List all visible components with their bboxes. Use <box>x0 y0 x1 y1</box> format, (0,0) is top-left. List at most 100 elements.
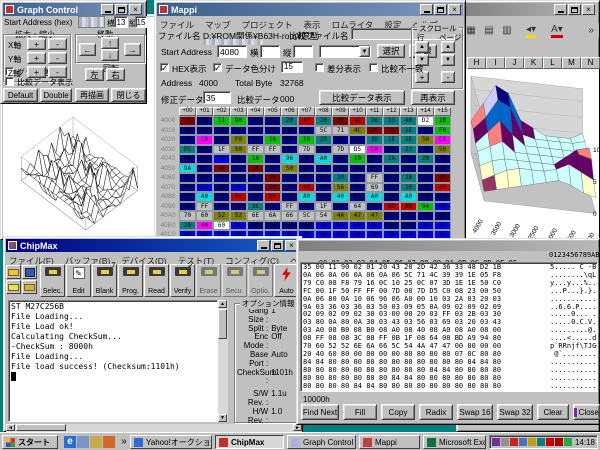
data-byte-cell[interactable]: 52 <box>213 211 230 221</box>
data-byte-cell[interactable]: 80 <box>230 183 247 193</box>
hex-bytes[interactable]: 80 80 80 80 80 80 80 80 80 80 84 84 80 8… <box>303 366 501 374</box>
maximize-icon[interactable] <box>115 4 128 15</box>
data-byte-cell[interactable]: 79 <box>179 135 196 145</box>
column-header[interactable]: M <box>562 57 581 69</box>
data-byte-cell[interactable]: 50 <box>281 164 298 174</box>
data-byte-cell[interactable]: 7D <box>298 145 315 155</box>
data-byte-cell[interactable]: 00 <box>434 211 451 221</box>
data-byte-cell[interactable]: 03 <box>417 173 434 183</box>
mismatch-checkbox[interactable] <box>369 63 378 72</box>
data-byte-cell[interactable]: 40 <box>332 192 349 202</box>
data-byte-cell[interactable]: 00 <box>196 145 213 155</box>
data-byte-cell[interactable]: 5C <box>315 126 332 136</box>
data-byte-cell[interactable]: 00 <box>281 221 298 231</box>
start-address-input-redacted[interactable] <box>78 16 105 28</box>
data-byte-cell[interactable]: 80 <box>366 221 383 231</box>
data-byte-cell[interactable]: 43 <box>434 183 451 193</box>
channels-quicklaunch-icon[interactable] <box>103 436 115 448</box>
copy-button[interactable]: Copy <box>381 404 415 420</box>
toolbar-read-button[interactable]: Read <box>144 264 169 297</box>
mappi-titlebar[interactable]: Mappi × <box>157 3 463 16</box>
data-byte-cell[interactable]: 2B <box>400 173 417 183</box>
data-byte-cell[interactable]: 09 <box>400 164 417 174</box>
data-byte-cell[interactable]: FF <box>196 202 213 212</box>
diff-display-checkbox[interactable] <box>315 63 324 72</box>
data-byte-cell[interactable]: 08 <box>247 192 264 202</box>
quick-launch-overflow-chevron[interactable]: » <box>118 436 130 448</box>
move-up-button[interactable]: ↑ <box>101 37 119 49</box>
data-byte-cell[interactable]: 00 <box>298 221 315 231</box>
axis-plus-button[interactable]: + <box>27 66 46 78</box>
minimize-icon[interactable] <box>420 4 433 15</box>
merge-center-icon[interactable]: ▤ <box>481 23 497 38</box>
data-byte-cell[interactable]: 00 <box>417 145 434 155</box>
height-input[interactable]: 15 <box>135 16 147 28</box>
taskbar-button-graphcontrol[interactable]: Graph Control <box>287 435 356 449</box>
data-byte-cell[interactable]: 08 <box>213 202 230 212</box>
hex-bytes[interactable]: 9A 03 36 03 36 03 50 03 09 05 0A 09 02 0… <box>303 303 501 311</box>
data-byte-cell[interactable]: C0 <box>196 135 213 145</box>
hex-row[interactable]: 80 80 80 80 84 84 80 80 80 80 80 80 80 8… <box>303 383 597 391</box>
data-byte-cell[interactable]: 80 <box>349 221 366 231</box>
data-byte-cell[interactable]: 16 <box>264 135 281 145</box>
data-byte-cell[interactable]: 71 <box>332 126 349 136</box>
hex-bytes[interactable]: 70 60 52 52 6E 6A 66 5C 54 4A 47 47 00 0… <box>303 342 501 350</box>
close-icon[interactable]: × <box>129 4 142 15</box>
data-byte-cell[interactable]: B0 <box>230 192 247 202</box>
data-byte-cell[interactable]: 0A <box>179 126 196 136</box>
data-byte-cell[interactable]: 0A <box>213 126 230 136</box>
taskbar-button-chipmax[interactable]: ChipMax <box>215 435 284 449</box>
data-byte-cell[interactable]: 5C <box>298 211 315 221</box>
data-byte-cell[interactable]: 9A <box>179 164 196 174</box>
data-byte-cell[interactable]: 6A <box>264 211 281 221</box>
scroll-down-icon[interactable]: ▼ <box>218 414 227 422</box>
data-byte-cell[interactable]: 20 <box>332 173 349 183</box>
data-byte-cell[interactable]: 1F <box>213 145 230 155</box>
data-byte-cell[interactable]: 40 <box>196 221 213 231</box>
data-byte-cell[interactable]: 08 <box>383 192 400 202</box>
data-byte-cell[interactable]: C0 <box>366 145 383 155</box>
move-left-button[interactable]: ← <box>79 43 96 56</box>
data-byte-cell[interactable]: 0A <box>247 126 264 136</box>
data-byte-cell[interactable]: FF <box>247 145 264 155</box>
data-byte-cell[interactable]: 02 <box>179 173 196 183</box>
move-right-button[interactable]: → <box>124 43 141 56</box>
start-button[interactable]: スタート <box>2 435 58 449</box>
buffer-dialog-titlebar[interactable] <box>299 241 597 251</box>
tray-media-icon[interactable] <box>546 438 554 446</box>
column-header[interactable]: K <box>524 57 543 69</box>
data-byte-cell[interactable]: 08 <box>213 135 230 145</box>
tray-ati-icon[interactable] <box>555 438 563 446</box>
data-byte-cell[interactable]: 03 <box>349 173 366 183</box>
chipmax-horizontal-scrollbar[interactable]: ◄ ► <box>6 424 302 432</box>
column-header[interactable]: L <box>543 57 562 69</box>
radix-button[interactable]: Radix <box>419 404 453 420</box>
data-byte-cell[interactable]: 00 <box>400 211 417 221</box>
data-byte-cell[interactable]: 02 <box>247 173 264 183</box>
data-byte-cell[interactable]: 03 <box>349 183 366 193</box>
data-byte-cell[interactable]: 64 <box>349 202 366 212</box>
data-byte-cell[interactable]: 08 <box>315 192 332 202</box>
data-byte-cell[interactable]: 36 <box>366 116 383 126</box>
data-byte-cell[interactable]: 03 <box>230 164 247 174</box>
data-byte-cell[interactable]: 02 <box>247 116 264 126</box>
toolbar-blank-button[interactable]: ?Blank <box>92 264 117 297</box>
swap-16-button[interactable]: Swap 16 <box>457 404 493 420</box>
excel-titlebar[interactable]: × <box>459 3 597 16</box>
data-byte-cell[interactable]: 6E <box>247 211 264 221</box>
data-byte-cell[interactable]: 94 <box>417 202 434 212</box>
data-byte-cell[interactable]: D2 <box>417 116 434 126</box>
data-byte-cell[interactable]: 39 <box>366 126 383 136</box>
close-button[interactable]: Close <box>573 404 600 420</box>
save-file-button[interactable] <box>22 265 37 279</box>
data-byte-cell[interactable]: 25 <box>315 135 332 145</box>
data-byte-cell[interactable]: 07 <box>383 221 400 231</box>
data-byte-cell[interactable]: 08 <box>417 192 434 202</box>
preset-combobox[interactable]: ▼ <box>319 45 371 58</box>
graph-control-redraw-button[interactable]: 再描画 <box>75 88 109 102</box>
data-byte-cell[interactable]: 47 <box>366 211 383 221</box>
hex-bytes[interactable]: 03 A0 08 B0 08 B0 08 A0 08 40 08 A0 08 A… <box>303 326 501 334</box>
indent-icon[interactable]: ▥ <box>499 23 515 38</box>
data-byte-cell[interactable]: 80 <box>230 221 247 231</box>
hex-bytes[interactable]: 0A 06 80 0A 10 06 96 06 A0 00 10 03 2A 0… <box>303 295 501 303</box>
